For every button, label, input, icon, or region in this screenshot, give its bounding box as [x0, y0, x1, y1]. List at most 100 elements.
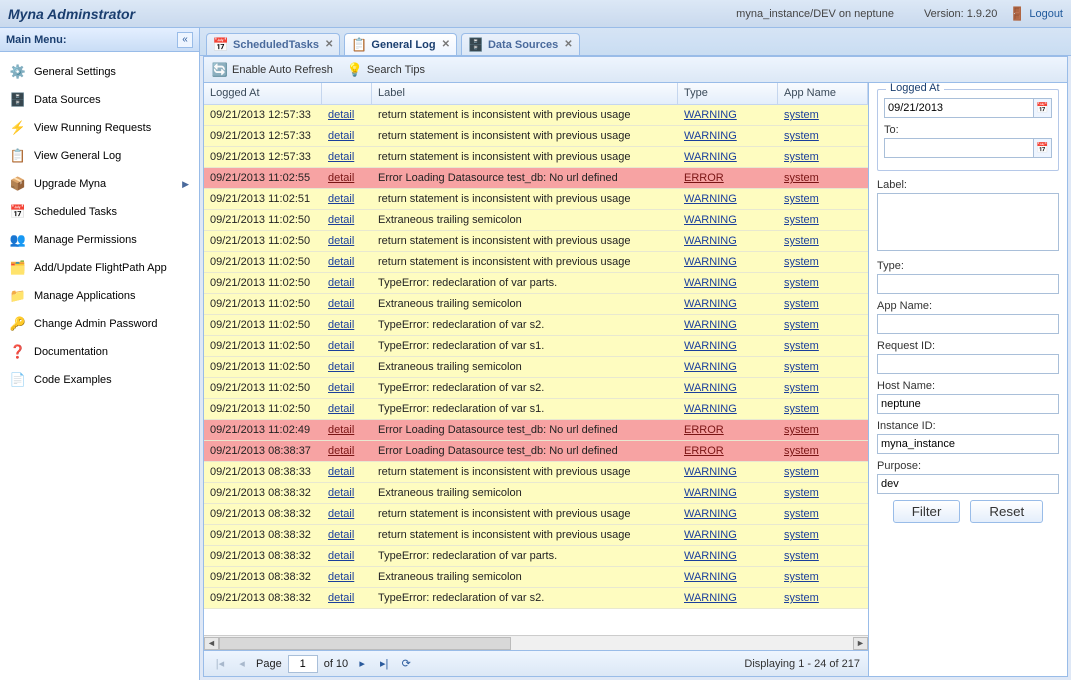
app-link[interactable]: system — [778, 529, 868, 541]
log-row[interactable]: 09/21/2013 11:02:55detailError Loading D… — [204, 168, 868, 189]
tab-2[interactable]: 🗄️Data Sources✕ — [461, 33, 580, 55]
detail-link[interactable]: detail — [322, 592, 372, 604]
col-app-name[interactable]: App Name — [778, 83, 868, 104]
detail-link[interactable]: detail — [322, 298, 372, 310]
type-link[interactable]: WARNING — [678, 361, 778, 373]
app-link[interactable]: system — [778, 298, 868, 310]
menu-item-9[interactable]: 🔑Change Admin Password — [0, 310, 199, 338]
log-row[interactable]: 09/21/2013 12:57:33detailreturn statemen… — [204, 126, 868, 147]
log-row[interactable]: 09/21/2013 11:02:51detailreturn statemen… — [204, 189, 868, 210]
log-row[interactable]: 09/21/2013 08:38:32detailTypeError: rede… — [204, 546, 868, 567]
detail-link[interactable]: detail — [322, 340, 372, 352]
search-tips-button[interactable]: 💡 Search Tips — [347, 62, 425, 78]
app-filter-input[interactable] — [877, 314, 1059, 334]
app-link[interactable]: system — [778, 424, 868, 436]
instance-id-input[interactable] — [877, 434, 1059, 454]
app-link[interactable]: system — [778, 172, 868, 184]
detail-link[interactable]: detail — [322, 487, 372, 499]
app-link[interactable]: system — [778, 214, 868, 226]
log-row[interactable]: 09/21/2013 11:02:50detailTypeError: rede… — [204, 315, 868, 336]
log-row[interactable]: 09/21/2013 08:38:33detailreturn statemen… — [204, 462, 868, 483]
tab-0[interactable]: 📅ScheduledTasks✕ — [206, 33, 340, 55]
menu-item-11[interactable]: 📄Code Examples — [0, 366, 199, 394]
app-link[interactable]: system — [778, 550, 868, 562]
detail-link[interactable]: detail — [322, 235, 372, 247]
detail-link[interactable]: detail — [322, 109, 372, 121]
app-link[interactable]: system — [778, 592, 868, 604]
reset-button[interactable]: Reset — [970, 500, 1043, 523]
type-link[interactable]: WARNING — [678, 571, 778, 583]
pager-last-button[interactable]: ▸| — [376, 656, 392, 672]
log-row[interactable]: 09/21/2013 08:38:32detailTypeError: rede… — [204, 588, 868, 609]
pager-first-button[interactable]: |◂ — [212, 656, 228, 672]
app-link[interactable]: system — [778, 466, 868, 478]
log-row[interactable]: 09/21/2013 08:38:32detailreturn statemen… — [204, 504, 868, 525]
detail-link[interactable]: detail — [322, 214, 372, 226]
close-icon[interactable]: ✕ — [325, 39, 333, 50]
type-link[interactable]: WARNING — [678, 340, 778, 352]
log-row[interactable]: 09/21/2013 08:38:32detailExtraneous trai… — [204, 483, 868, 504]
app-link[interactable]: system — [778, 382, 868, 394]
type-link[interactable]: WARNING — [678, 130, 778, 142]
menu-item-7[interactable]: 🗂️Add/Update FlightPath App — [0, 254, 199, 282]
hscroll-left-icon[interactable]: ◄ — [204, 637, 219, 650]
col-detail[interactable] — [322, 83, 372, 104]
log-row[interactable]: 09/21/2013 11:02:50detailreturn statemen… — [204, 231, 868, 252]
app-link[interactable]: system — [778, 151, 868, 163]
detail-link[interactable]: detail — [322, 277, 372, 289]
type-link[interactable]: WARNING — [678, 151, 778, 163]
app-link[interactable]: system — [778, 235, 868, 247]
detail-link[interactable]: detail — [322, 571, 372, 583]
type-link[interactable]: WARNING — [678, 403, 778, 415]
log-row[interactable]: 09/21/2013 11:02:50detailExtraneous trai… — [204, 210, 868, 231]
log-row[interactable]: 09/21/2013 08:38:37detailError Loading D… — [204, 441, 868, 462]
type-link[interactable]: WARNING — [678, 235, 778, 247]
detail-link[interactable]: detail — [322, 550, 372, 562]
app-link[interactable]: system — [778, 193, 868, 205]
app-link[interactable]: system — [778, 445, 868, 457]
log-row[interactable]: 09/21/2013 11:02:50detailTypeError: rede… — [204, 399, 868, 420]
col-type[interactable]: Type — [678, 83, 778, 104]
menu-item-5[interactable]: 📅Scheduled Tasks — [0, 198, 199, 226]
type-link[interactable]: WARNING — [678, 193, 778, 205]
type-filter-input[interactable] — [877, 274, 1059, 294]
app-link[interactable]: system — [778, 319, 868, 331]
type-link[interactable]: WARNING — [678, 298, 778, 310]
label-filter-input[interactable] — [877, 193, 1059, 251]
type-link[interactable]: WARNING — [678, 382, 778, 394]
app-link[interactable]: system — [778, 340, 868, 352]
auto-refresh-button[interactable]: 🔄 Enable Auto Refresh — [212, 62, 333, 78]
detail-link[interactable]: detail — [322, 529, 372, 541]
pager-page-input[interactable] — [288, 655, 318, 673]
detail-link[interactable]: detail — [322, 151, 372, 163]
type-link[interactable]: WARNING — [678, 550, 778, 562]
to-date-input[interactable] — [884, 138, 1034, 158]
detail-link[interactable]: detail — [322, 445, 372, 457]
type-link[interactable]: WARNING — [678, 466, 778, 478]
app-link[interactable]: system — [778, 256, 868, 268]
log-row[interactable]: 09/21/2013 08:38:32detailExtraneous trai… — [204, 567, 868, 588]
pager-next-button[interactable]: ▸ — [354, 656, 370, 672]
app-link[interactable]: system — [778, 571, 868, 583]
detail-link[interactable]: detail — [322, 508, 372, 520]
calendar-icon[interactable]: 📅 — [1034, 98, 1052, 118]
type-link[interactable]: ERROR — [678, 445, 778, 457]
menu-item-6[interactable]: 👥Manage Permissions — [0, 226, 199, 254]
close-icon[interactable]: ✕ — [564, 39, 572, 50]
app-link[interactable]: system — [778, 109, 868, 121]
from-date-input[interactable] — [884, 98, 1034, 118]
hscroll-right-icon[interactable]: ► — [853, 637, 868, 650]
menu-item-10[interactable]: ❓Documentation — [0, 338, 199, 366]
pager-refresh-button[interactable]: ⟳ — [398, 656, 414, 672]
menu-item-4[interactable]: 📦Upgrade Myna▶ — [0, 170, 199, 198]
log-row[interactable]: 09/21/2013 11:02:49detailError Loading D… — [204, 420, 868, 441]
request-id-input[interactable] — [877, 354, 1059, 374]
purpose-input[interactable] — [877, 474, 1059, 494]
close-icon[interactable]: ✕ — [442, 39, 450, 50]
host-name-input[interactable] — [877, 394, 1059, 414]
app-link[interactable]: system — [778, 361, 868, 373]
menu-item-3[interactable]: 📋View General Log — [0, 142, 199, 170]
log-row[interactable]: 09/21/2013 12:57:33detailreturn statemen… — [204, 105, 868, 126]
detail-link[interactable]: detail — [322, 424, 372, 436]
menu-item-2[interactable]: ⚡View Running Requests — [0, 114, 199, 142]
